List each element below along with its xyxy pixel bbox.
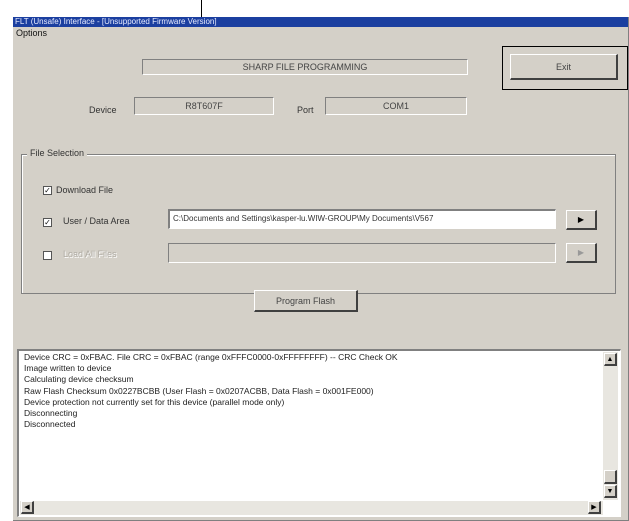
download-file-checkbox[interactable]: ✓ <box>43 186 52 195</box>
log-line: Device CRC = 0xFBAC. File CRC = 0xFBAC (… <box>24 352 398 362</box>
log-horizontal-scrollbar[interactable]: ◀ ▶ <box>20 501 603 515</box>
user-data-area-label: User / Data Area <box>63 216 130 226</box>
log-line: Disconnecting <box>24 408 78 419</box>
exit-button-label: Exit <box>555 61 571 72</box>
device-value: R8T607F <box>185 101 223 111</box>
port-label: Port <box>297 105 314 115</box>
menu-bar: Options <box>13 27 628 39</box>
log-line: Disconnected <box>24 419 76 430</box>
second-file-label: Load All Files <box>63 249 117 259</box>
scroll-up-arrow-icon[interactable]: ▲ <box>604 353 617 366</box>
log-text-area: Device CRC = 0xFBAC. File CRC = 0xFBAC (… <box>22 352 597 492</box>
download-file-label: Download File <box>56 185 114 195</box>
program-flash-label: Program Flash <box>275 295 336 306</box>
second-file-browse-button[interactable]: ▶ <box>566 243 597 263</box>
device-label: Device <box>89 105 117 115</box>
second-file-checkbox[interactable] <box>43 251 52 260</box>
status-banner: SHARP FILE PROGRAMMING <box>142 59 468 75</box>
scroll-down-arrow-icon[interactable]: ▼ <box>604 485 617 498</box>
device-field: R8T607F <box>134 97 274 115</box>
log-line: Device protection not currently set for … <box>24 396 285 407</box>
file-selection-title: File Selection <box>27 148 88 158</box>
user-data-browse-button[interactable]: ▶ <box>566 210 597 230</box>
title-bar: FLT (Unsafe) Interface - [Unsupported Fi… <box>13 17 628 27</box>
scroll-thumb[interactable] <box>604 470 617 484</box>
scroll-left-arrow-icon[interactable]: ◀ <box>21 501 34 514</box>
second-file-path-field[interactable] <box>168 243 556 263</box>
log-vertical-scrollbar[interactable]: ▲ ▼ <box>603 352 618 500</box>
log-line: Raw Flash Checksum 0x0227BCBB (User Flas… <box>24 385 374 396</box>
program-flash-button[interactable]: Program Flash <box>254 290 358 312</box>
menu-options[interactable]: Options <box>16 28 47 38</box>
right-triangle-icon: ▶ <box>577 215 585 224</box>
exit-button[interactable]: Exit <box>510 54 618 80</box>
scroll-right-arrow-icon[interactable]: ▶ <box>588 501 601 514</box>
user-data-path-field[interactable]: C:\Documents and Settings\kasper-lu.WIW-… <box>168 209 556 229</box>
right-triangle-icon: ▶ <box>577 248 585 257</box>
port-value: COM1 <box>382 101 409 111</box>
window-title: FLT (Unsafe) Interface - [Unsupported Fi… <box>15 17 217 26</box>
log-line: Image written to device <box>24 363 112 374</box>
status-banner-text: SHARP FILE PROGRAMMING <box>242 62 368 72</box>
user-data-path-text: C:\Documents and Settings\kasper-lu.WIW-… <box>173 214 434 223</box>
application-window: FLT (Unsafe) Interface - [Unsupported Fi… <box>13 17 629 521</box>
log-line: Calculating device checksum <box>24 374 134 385</box>
user-data-area-checkbox[interactable]: ✓ <box>43 218 52 227</box>
port-field: COM1 <box>325 97 467 115</box>
